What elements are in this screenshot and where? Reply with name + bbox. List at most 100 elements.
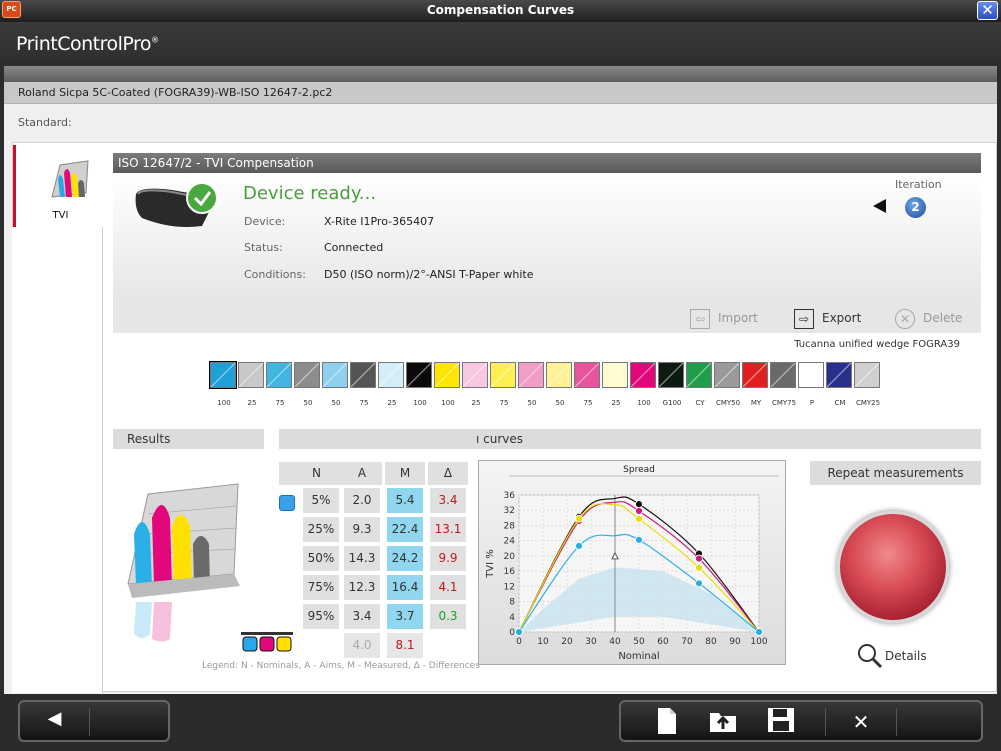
y-tick-label: 20: [504, 552, 516, 562]
table-cell: 5.4: [387, 488, 423, 513]
y-tick-label: 8: [509, 598, 515, 608]
wedge-swatch-label: MY: [750, 399, 762, 407]
table-header: M: [385, 462, 425, 485]
color-select-swatch[interactable]: [279, 495, 295, 511]
open-folder-button[interactable]: [703, 707, 743, 737]
new-file-button[interactable]: [635, 707, 699, 737]
wedge-swatch[interactable]: [266, 362, 292, 388]
wedge-swatch[interactable]: [686, 362, 712, 388]
table-cell: 3.7: [387, 604, 423, 629]
previous-iteration-icon[interactable]: [873, 199, 886, 213]
save-disk-icon: [768, 708, 794, 732]
swatch-diagonal: [406, 362, 432, 388]
magnifier-icon[interactable]: [857, 643, 883, 669]
wedge-swatch[interactable]: [490, 362, 516, 388]
repeat-measurements-button[interactable]: [837, 511, 949, 623]
x-axis-label: Nominal: [618, 651, 659, 662]
conditions-label: Conditions:: [244, 268, 306, 281]
wedge-swatch-label: 50: [555, 399, 565, 407]
wedge-swatch[interactable]: [378, 362, 404, 388]
close-window-button[interactable]: ✕: [977, 1, 998, 20]
wedge-swatch[interactable]: [294, 362, 320, 388]
wedge-swatch[interactable]: [434, 362, 460, 388]
sidebar-item-tvi[interactable]: TVI: [13, 145, 102, 227]
wedge-swatch-labels: 100 25 75 50 50 75 25 100 100 25 75 50 50 75 25 100 G100…: [210, 399, 882, 407]
top-strip: [4, 66, 997, 82]
swatch-diagonal: [210, 362, 236, 388]
cmy-selector-icon[interactable]: [240, 629, 294, 653]
delete-label: Delete: [923, 311, 963, 325]
window-title: Compensation Curves: [426, 3, 575, 17]
window-titlebar: Compensation Curves: [0, 0, 1001, 22]
x-tick-label: 70: [681, 637, 693, 647]
results-chart-icon: [127, 483, 240, 642]
iteration-badge: 2: [905, 197, 926, 218]
table-cell: 24.2: [387, 546, 423, 571]
curves-title: ı curves: [279, 429, 981, 449]
table-cell: 12.3: [344, 575, 380, 600]
y-tick-label: 16: [504, 567, 516, 577]
wedge-swatch[interactable]: [322, 362, 348, 388]
back-button[interactable]: ◀: [20, 708, 90, 736]
wedge-swatch-label: 25: [471, 399, 481, 407]
wedge-swatch[interactable]: [826, 362, 852, 388]
wedge-swatch[interactable]: [350, 362, 376, 388]
wedge-swatch[interactable]: [602, 362, 628, 388]
repeat-measurements-title: Repeat measurements: [810, 461, 981, 485]
x-tick-label: 20: [561, 637, 573, 647]
wedge-swatches: [209, 361, 882, 389]
wedge-swatch[interactable]: [462, 362, 488, 388]
cancel-button[interactable]: ✕: [825, 708, 897, 736]
table-cell: 5%: [303, 488, 339, 513]
table-cell: 14.3: [344, 546, 380, 571]
sidebar-item-label: TVI: [52, 210, 69, 221]
swatch-diagonal: [742, 362, 768, 388]
x-tick-label: 90: [729, 637, 741, 647]
wedge-swatch-label: 50: [331, 399, 341, 407]
swatch-diagonal: [434, 362, 460, 388]
wedge-swatch[interactable]: [546, 362, 572, 388]
wedge-swatch[interactable]: [238, 362, 264, 388]
table-cell: 0.3: [430, 604, 466, 629]
wedge-swatch-label: CM: [834, 399, 846, 407]
swatch-diagonal: [490, 362, 516, 388]
swatch-diagonal: [854, 362, 880, 388]
wedge-swatch[interactable]: [742, 362, 768, 388]
x-tick-label: 50: [633, 637, 645, 647]
wedge-swatch[interactable]: [714, 362, 740, 388]
chart-title: Spread: [623, 465, 655, 475]
delete-button[interactable]: ✕ Delete: [895, 304, 975, 332]
swatch-diagonal: [798, 362, 824, 388]
wedge-swatch-label: 75: [583, 399, 593, 407]
import-button[interactable]: ⇦ Import: [690, 304, 770, 332]
import-label: Import: [718, 311, 758, 325]
wedge-swatch[interactable]: [574, 362, 600, 388]
details-link[interactable]: Details: [885, 649, 927, 663]
wedge-swatch-label: P: [809, 399, 815, 407]
wedge-swatch[interactable]: [770, 362, 796, 388]
swatch-diagonal: [630, 362, 656, 388]
y-axis-label: TVI %: [485, 549, 496, 579]
wedge-swatch[interactable]: [658, 362, 684, 388]
wedge-swatch[interactable]: [854, 362, 880, 388]
profile-name: Roland Sicpa 5C-Coated (FOGRA39)-WB-ISO …: [4, 82, 997, 104]
data-point: [695, 579, 703, 588]
new-file-icon: [658, 708, 676, 734]
table-cell: 13.1: [430, 517, 466, 542]
logo-reg: ®: [151, 35, 159, 45]
wedge-swatch[interactable]: [630, 362, 656, 388]
wedge-swatch[interactable]: [518, 362, 544, 388]
data-point: [635, 536, 643, 544]
data-point: [695, 554, 703, 563]
upload-folder-icon: [710, 713, 736, 732]
table-summary-cell: 8.1: [387, 633, 423, 658]
table-cell: 95%: [303, 604, 339, 629]
swatch-diagonal: [350, 362, 376, 388]
save-button[interactable]: [761, 707, 801, 737]
wedge-swatch[interactable]: [798, 362, 824, 388]
wedge-swatch[interactable]: [406, 362, 432, 388]
export-button[interactable]: ⇨ Export: [794, 304, 874, 332]
wedge-swatch[interactable]: [209, 361, 237, 389]
x-tick-label: 80: [705, 637, 717, 647]
table-cell: 50%: [303, 546, 339, 571]
